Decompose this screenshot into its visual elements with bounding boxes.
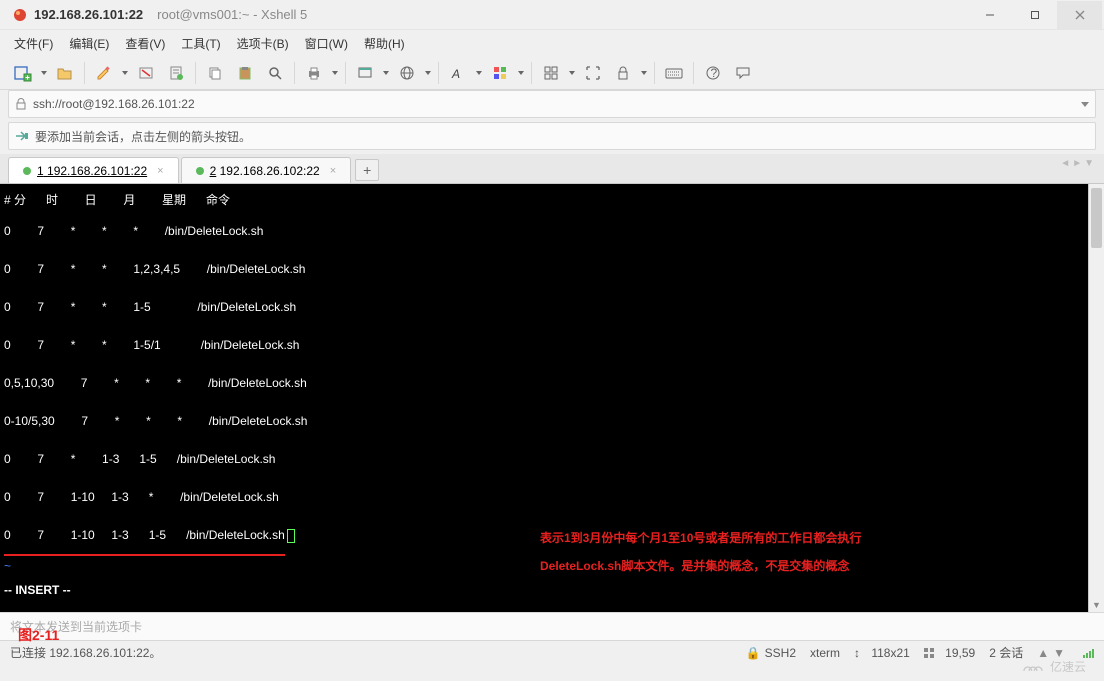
- titlebar: 192.168.26.101:22 root@vms001:~ - Xshell…: [0, 0, 1104, 30]
- chevron-down-icon[interactable]: [1081, 102, 1089, 107]
- color-icon[interactable]: [487, 60, 513, 86]
- add-session-icon[interactable]: [15, 130, 29, 142]
- figure-label: 图2-11: [18, 625, 59, 645]
- menu-view[interactable]: 查看(V): [125, 35, 165, 52]
- app-title: root@vms001:~ - Xshell 5: [157, 7, 307, 22]
- menu-tabs[interactable]: 选项卡(B): [237, 35, 289, 52]
- compose-bar[interactable]: 将文本发送到当前选项卡: [0, 612, 1104, 640]
- dropdown-icon[interactable]: [568, 71, 576, 75]
- annotation-line1: 表示1到3月份中每个月1至10号或者是所有的工作日都会执行: [540, 524, 861, 552]
- disconnect-icon[interactable]: [133, 60, 159, 86]
- window-controls: [967, 1, 1102, 29]
- svg-text:A: A: [451, 67, 460, 81]
- svg-text:?: ?: [711, 66, 718, 80]
- annotation-line2: DeleteLock.sh脚本文件。是并集的概念，不是交集的概念: [540, 552, 861, 580]
- dropdown-icon[interactable]: [40, 71, 48, 75]
- status-sessions: 2 会话: [989, 644, 1023, 661]
- help-icon[interactable]: ?: [700, 60, 726, 86]
- status-dot-icon: [196, 167, 204, 175]
- font-icon[interactable]: A: [445, 60, 471, 86]
- open-icon[interactable]: [52, 60, 78, 86]
- status-size: ↕ 118x21: [854, 646, 910, 660]
- status-bar: 已连接 192.168.26.101:22。 🔒SSH2 xterm ↕ 118…: [0, 640, 1104, 664]
- pencil-icon[interactable]: [91, 60, 117, 86]
- chat-icon[interactable]: [730, 60, 756, 86]
- address-text: ssh://root@192.168.26.101:22: [33, 97, 195, 111]
- fit-icon[interactable]: [580, 60, 606, 86]
- maximize-button[interactable]: [1012, 1, 1057, 29]
- address-bar[interactable]: ssh://root@192.168.26.101:22: [8, 90, 1096, 118]
- signal-icon: [1083, 648, 1094, 658]
- copy-icon[interactable]: [202, 60, 228, 86]
- grid-icon: [924, 648, 934, 658]
- info-text: 要添加当前会话，点击左侧的箭头按钮。: [35, 128, 251, 145]
- status-term: xterm: [810, 646, 840, 660]
- terminal[interactable]: # 分 时 日 月 星期 命令0 7 * * * /bin/DeleteLock…: [0, 184, 1104, 612]
- status-pos: 19,59: [924, 646, 975, 660]
- menubar: 文件(F) 编辑(E) 查看(V) 工具(T) 选项卡(B) 窗口(W) 帮助(…: [0, 30, 1104, 56]
- globe-icon[interactable]: [394, 60, 420, 86]
- info-bar: 要添加当前会话，点击左侧的箭头按钮。: [8, 122, 1096, 150]
- paste-icon[interactable]: [232, 60, 258, 86]
- tab-active[interactable]: 1 192.168.26.101:22 ×: [8, 157, 179, 183]
- keyboard-icon[interactable]: [661, 60, 687, 86]
- tab-nav: ◄ ► ▼: [1060, 158, 1094, 169]
- watermark: 亿速云: [1020, 658, 1086, 675]
- dropdown-icon[interactable]: [121, 71, 129, 75]
- tab-prev-icon[interactable]: ◄: [1060, 158, 1070, 169]
- dropdown-icon[interactable]: [331, 71, 339, 75]
- app-icon: [12, 7, 28, 23]
- properties-icon[interactable]: [163, 60, 189, 86]
- new-session-icon[interactable]: [10, 60, 36, 86]
- lock-icon[interactable]: [610, 60, 636, 86]
- updown-icon: ↕: [854, 646, 860, 660]
- menu-file[interactable]: 文件(F): [14, 35, 53, 52]
- fullscreen-icon[interactable]: [352, 60, 378, 86]
- close-tab-icon[interactable]: ×: [157, 165, 163, 177]
- menu-window[interactable]: 窗口(W): [305, 35, 348, 52]
- tab-bar: 1 192.168.26.101:22 × 2 192.168.26.102:2…: [0, 154, 1104, 184]
- minimize-button[interactable]: [967, 1, 1012, 29]
- scroll-down-icon[interactable]: ▼: [1089, 598, 1104, 612]
- sessions-icon[interactable]: [538, 60, 564, 86]
- menu-help[interactable]: 帮助(H): [364, 35, 405, 52]
- menu-edit[interactable]: 编辑(E): [69, 35, 109, 52]
- dropdown-icon[interactable]: [424, 71, 432, 75]
- dropdown-icon[interactable]: [640, 71, 648, 75]
- find-icon[interactable]: [262, 60, 288, 86]
- menu-tools[interactable]: 工具(T): [181, 35, 220, 52]
- dropdown-icon[interactable]: [517, 71, 525, 75]
- scrollbar[interactable]: ▲ ▼: [1088, 184, 1104, 612]
- status-ssh: 🔒SSH2: [746, 646, 796, 660]
- new-tab-button[interactable]: +: [355, 159, 379, 181]
- close-button[interactable]: [1057, 1, 1102, 29]
- dropdown-icon[interactable]: [382, 71, 390, 75]
- scroll-thumb[interactable]: [1091, 188, 1102, 248]
- status-dot-icon: [23, 167, 31, 175]
- print-icon[interactable]: [301, 60, 327, 86]
- chevron-down-icon[interactable]: ▼: [1084, 158, 1094, 169]
- lock-icon: [15, 98, 27, 110]
- status-connected: 已连接 192.168.26.101:22。: [10, 644, 161, 661]
- lock-icon: 🔒: [746, 646, 761, 660]
- dropdown-icon[interactable]: [475, 71, 483, 75]
- tab-next-icon[interactable]: ►: [1072, 158, 1082, 169]
- session-title: 192.168.26.101:22: [34, 7, 143, 22]
- toolbar: A ?: [0, 56, 1104, 90]
- close-tab-icon[interactable]: ×: [330, 165, 336, 177]
- tab-inactive[interactable]: 2 192.168.26.102:22 ×: [181, 157, 352, 183]
